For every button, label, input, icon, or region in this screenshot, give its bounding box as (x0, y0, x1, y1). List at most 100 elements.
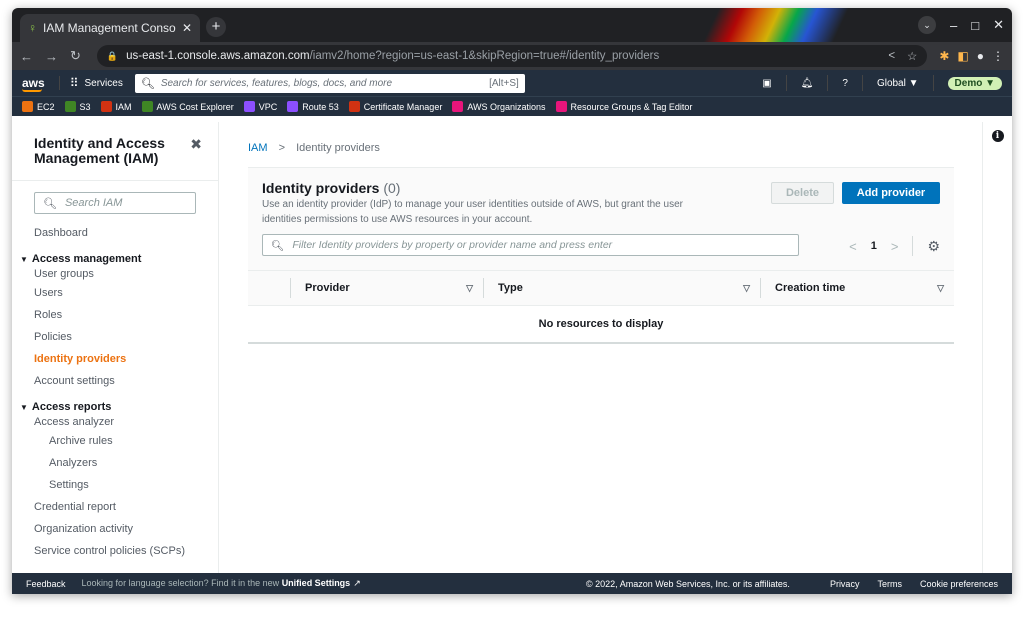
cookie-preferences-link[interactable]: Cookie preferences (920, 579, 998, 589)
section-access-reports[interactable]: ▼ Access reports (12, 400, 218, 414)
share-icon[interactable]: < (888, 50, 895, 62)
new-tab-button[interactable]: + (206, 17, 226, 37)
page-number[interactable]: 1 (871, 240, 877, 252)
sort-icon[interactable]: ▽ (743, 283, 750, 294)
help-icon[interactable]: ? (842, 78, 848, 89)
cloudshell-icon[interactable]: ▣ (762, 78, 771, 89)
breadcrumb-iam-link[interactable]: IAM (248, 142, 268, 154)
services-menu[interactable]: ⠿ Services (58, 76, 123, 90)
service-icon (287, 101, 299, 112)
info-icon[interactable]: i (991, 130, 1004, 142)
column-creation-time[interactable]: Creation time ▽ (760, 278, 954, 298)
lock-icon[interactable]: 🔒 (107, 51, 118, 62)
next-page-icon[interactable]: > (891, 239, 899, 254)
url-path: /iamv2/home?region=us-east-1&skipRegion=… (309, 50, 660, 62)
aws-search-input[interactable]: 🔍︎ Search for services, features, blogs,… (134, 73, 525, 93)
favorite-label: AWS Organizations (467, 101, 546, 112)
sidebar-item-organization-activity[interactable]: Organization activity (12, 518, 218, 540)
service-icon (22, 101, 33, 112)
sidebar-panel-icon[interactable]: ◧ (957, 49, 968, 63)
iam-sidebar: Identity and Access Management (IAM) ✖ 🔍… (12, 122, 219, 573)
favorite-aws-cost-explorer[interactable]: AWS Cost Explorer (141, 101, 234, 112)
breadcrumb: IAM > Identity providers (248, 141, 954, 155)
column-provider[interactable]: Provider ▽ (290, 278, 483, 298)
sidebar-item-access-analyzer[interactable]: Access analyzer (12, 414, 218, 430)
sidebar-item-credential-report[interactable]: Credential report (12, 496, 218, 518)
help-panel-rail: i (982, 122, 1012, 573)
favorite-label: S3 (79, 101, 91, 112)
identity-providers-table-panel: Identity providers (0) Use an identity p… (248, 167, 954, 344)
sidebar-item-policies[interactable]: Policies (12, 326, 218, 348)
url-field[interactable]: 🔒 us-east-1.console.aws.amazon.com /iamv… (96, 45, 928, 67)
favorite-label: VPC (258, 101, 278, 112)
privacy-link[interactable]: Privacy (830, 579, 860, 589)
favorite-route-53[interactable]: Route 53 (287, 101, 339, 112)
browser-window: ♀ IAM Management Consol ✕ + ⌄ – □ ✕ ← → … (12, 8, 1012, 594)
sidebar-item-settings[interactable]: Settings (12, 474, 218, 496)
sidebar-item-users[interactable]: Users (12, 282, 218, 304)
caret-down-icon: ▼ (20, 403, 28, 412)
gear-icon[interactable]: ⚙ (927, 238, 940, 255)
section-access-management[interactable]: ▼ Access management (12, 252, 218, 266)
delete-button[interactable]: Delete (771, 182, 834, 204)
sidebar-item-archive-rules[interactable]: Archive rules (12, 430, 218, 452)
sidebar-search-input[interactable]: 🔍︎ Search IAM (34, 192, 196, 214)
favorite-label: AWS Cost Explorer (156, 101, 234, 112)
tab-search-icon[interactable]: ⌄ (918, 16, 936, 34)
aws-logo[interactable]: aws (22, 77, 45, 92)
service-icon (64, 101, 76, 112)
reload-icon[interactable]: ↻ (70, 48, 81, 64)
add-provider-button[interactable]: Add provider (842, 182, 940, 204)
close-window-button[interactable]: ✕ (993, 17, 1004, 33)
sidebar-item-analyzers[interactable]: Analyzers (12, 452, 218, 474)
close-sidebar-icon[interactable]: ✖ (190, 136, 202, 153)
sidebar-item-dashboard[interactable]: Dashboard (12, 222, 218, 244)
favorite-certificate-manager[interactable]: Certificate Manager (348, 101, 442, 112)
favorite-vpc[interactable]: VPC (243, 101, 278, 112)
caret-down-icon: ▼ (20, 255, 28, 264)
close-tab-icon[interactable]: ✕ (182, 21, 192, 35)
favorite-resource-groups-tag-editor[interactable]: Resource Groups & Tag Editor (555, 101, 692, 112)
account-menu[interactable]: Demo ▼ (947, 76, 1002, 90)
sort-icon[interactable]: ▽ (466, 283, 473, 294)
filter-input[interactable]: 🔍︎ Filter Identity providers by property… (262, 234, 799, 256)
feedback-link[interactable]: Feedback (26, 579, 66, 589)
search-icon: 🔍︎ (271, 239, 285, 252)
back-icon[interactable]: ← (20, 49, 33, 64)
sidebar-item-user-groups[interactable]: User groups (12, 266, 218, 282)
main-panel: IAM > Identity providers Identity provid… (248, 122, 954, 573)
minimize-button[interactable]: – (950, 18, 957, 33)
forward-icon[interactable]: → (45, 49, 58, 64)
maximize-button[interactable]: □ (971, 18, 979, 33)
favorite-iam[interactable]: IAM (100, 101, 132, 112)
language-hint: Looking for language selection? Find it … (81, 578, 361, 588)
tab-strip: ♀ IAM Management Consol ✕ + ⌄ – □ ✕ (12, 8, 1012, 42)
extensions-icon[interactable]: ✱ (939, 49, 949, 63)
previous-page-icon[interactable]: < (849, 239, 857, 254)
service-icon (141, 101, 153, 112)
service-icon (243, 101, 255, 112)
profile-avatar[interactable]: ● (977, 49, 984, 63)
unified-settings-link[interactable]: Unified Settings (282, 578, 351, 588)
search-icon: 🔍︎ (140, 77, 155, 90)
favorite-ec2[interactable]: EC2 (22, 101, 55, 112)
sidebar-item-roles[interactable]: Roles (12, 304, 218, 326)
region-selector[interactable]: Global ▼ (877, 78, 919, 89)
terms-link[interactable]: Terms (877, 579, 902, 589)
iam-favicon-icon: ♀ (28, 21, 37, 35)
sidebar-item-scps[interactable]: Service control policies (SCPs) (12, 540, 218, 562)
browser-menu-icon[interactable]: ⋮ (992, 49, 1004, 63)
sidebar-item-account-settings[interactable]: Account settings (12, 370, 218, 392)
sidebar-item-identity-providers[interactable]: Identity providers (12, 348, 218, 370)
bookmark-star-icon[interactable]: ☆ (907, 49, 917, 63)
favorite-s3[interactable]: S3 (64, 101, 91, 112)
address-bar: ← → ↻ 🔒 us-east-1.console.aws.amazon.com… (12, 42, 1012, 70)
notifications-bell-icon[interactable]: 🔔︎ (801, 78, 814, 89)
page-title: Identity providers (0) (262, 180, 401, 196)
column-type[interactable]: Type ▽ (483, 278, 760, 298)
browser-tab[interactable]: ♀ IAM Management Consol ✕ (20, 14, 200, 42)
favorite-aws-organizations[interactable]: AWS Organizations (452, 101, 546, 112)
service-icon (348, 101, 360, 112)
sort-icon[interactable]: ▽ (937, 283, 944, 294)
panel-header: Identity providers (0) Use an identity p… (248, 168, 954, 228)
